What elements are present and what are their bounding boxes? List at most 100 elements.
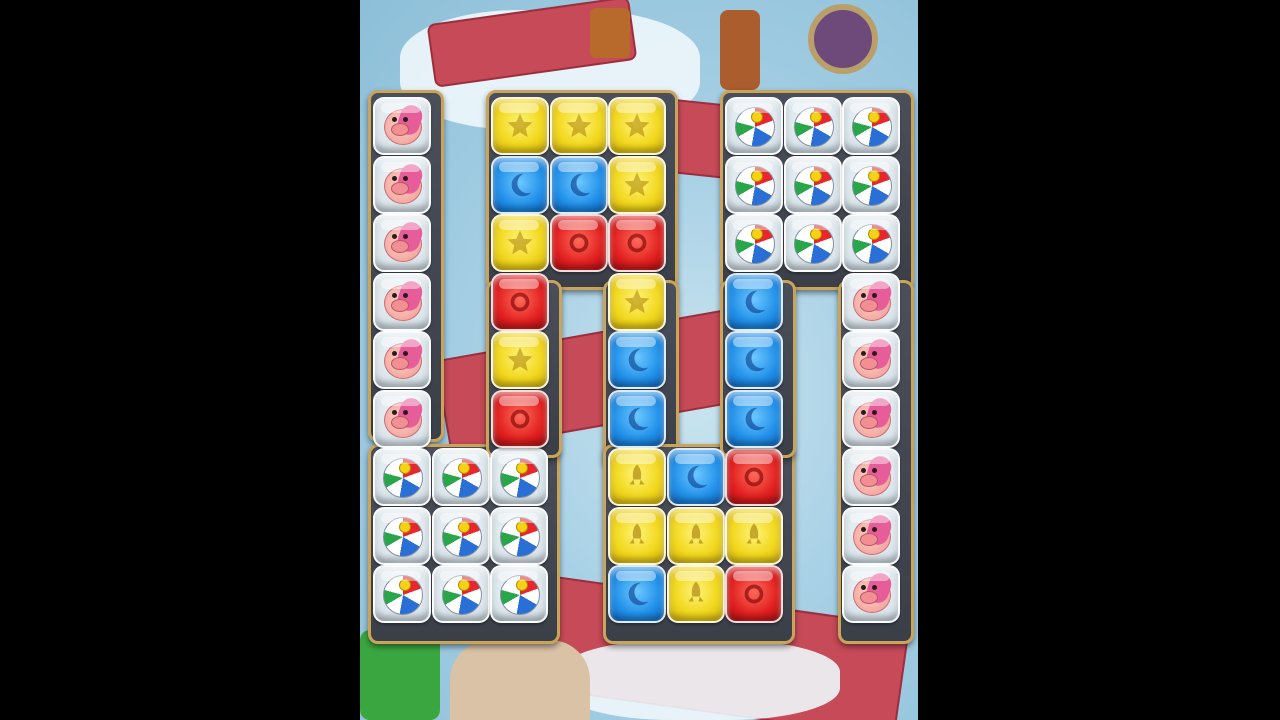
piggy-bank-tile[interactable] (841, 564, 900, 623)
moon-icon (669, 450, 723, 504)
moon-icon (727, 333, 781, 387)
beach-ball-tile[interactable] (841, 96, 900, 155)
star-icon (552, 99, 606, 153)
beach-ball (842, 214, 900, 272)
piggy-bank (373, 272, 431, 331)
piggy-bank-tile[interactable] (372, 155, 431, 214)
yellow-block-tile[interactable] (666, 564, 725, 623)
star-icon (610, 158, 664, 212)
beach-ball (431, 448, 490, 506)
piggy-bank (842, 448, 900, 506)
red-block-tile[interactable] (549, 213, 608, 272)
piggy-bank-tile[interactable] (372, 213, 431, 272)
beach-ball (431, 506, 490, 565)
beach-ball (783, 97, 842, 155)
beach-ball (725, 97, 783, 155)
red-block (491, 272, 549, 331)
beach-ball-tile[interactable] (783, 213, 842, 272)
piggy-bank (373, 331, 431, 389)
piggy-bank-tile[interactable] (372, 96, 431, 155)
blue-block (608, 331, 666, 389)
beach-ball-tile[interactable] (841, 213, 900, 272)
yellow-block (608, 97, 666, 155)
beach-ball-tile[interactable] (783, 96, 842, 155)
red-block-tile[interactable] (724, 447, 783, 506)
yellow-block (608, 155, 666, 214)
piggy-bank (373, 214, 431, 272)
beach-ball-tile[interactable] (372, 506, 431, 565)
piggy-bank-tile[interactable] (841, 506, 900, 565)
beach-ball (373, 506, 431, 565)
ring-icon (552, 216, 606, 270)
blue-block-tile[interactable] (724, 330, 783, 389)
piggy-bank (373, 155, 431, 214)
yellow-block-tile[interactable] (490, 330, 549, 389)
yellow-block-tile[interactable] (549, 96, 608, 155)
yellow-block (608, 506, 666, 565)
beach-ball-tile[interactable] (431, 506, 490, 565)
yellow-block (666, 565, 725, 623)
beach-ball (373, 448, 431, 506)
blue-block-tile[interactable] (607, 564, 666, 623)
yellow-block-tile[interactable] (607, 96, 666, 155)
blue-block-tile[interactable] (549, 155, 608, 214)
yellow-block (549, 97, 608, 155)
ring-icon (727, 450, 781, 504)
beach-ball-tile[interactable] (841, 155, 900, 214)
piggy-bank-tile[interactable] (372, 330, 431, 389)
beach-ball-tile[interactable] (431, 564, 490, 623)
rocket-icon (610, 509, 664, 563)
post-decoration (720, 10, 760, 90)
beach-ball-tile[interactable] (489, 564, 548, 623)
yellow-block-tile[interactable] (607, 155, 666, 214)
red-block-tile[interactable] (490, 389, 549, 448)
beach-ball-tile[interactable] (372, 447, 431, 506)
yellow-block-tile[interactable] (490, 213, 549, 272)
beach-ball-tile[interactable] (724, 155, 783, 214)
blue-block-tile[interactable] (607, 330, 666, 389)
red-block-tile[interactable] (607, 213, 666, 272)
blue-block-tile[interactable] (490, 155, 549, 214)
blue-block (608, 389, 666, 448)
piggy-bank-tile[interactable] (372, 272, 431, 331)
red-block (491, 389, 549, 448)
blue-block-tile[interactable] (607, 389, 666, 448)
yellow-block-tile[interactable] (607, 447, 666, 506)
piggy-bank (373, 389, 431, 448)
star-icon (493, 216, 547, 270)
yellow-block-tile[interactable] (490, 96, 549, 155)
red-block-tile[interactable] (490, 272, 549, 331)
blue-block-tile[interactable] (724, 389, 783, 448)
beach-ball (725, 155, 783, 214)
blue-block (608, 565, 666, 623)
blue-block (549, 155, 608, 214)
blue-block (725, 272, 783, 331)
piggy-bank-tile[interactable] (841, 272, 900, 331)
red-block-tile[interactable] (724, 564, 783, 623)
beach-ball (783, 214, 842, 272)
beach-ball-tile[interactable] (372, 564, 431, 623)
beach-ball-tile[interactable] (489, 506, 548, 565)
blue-block-tile[interactable] (724, 272, 783, 331)
yellow-block (608, 448, 666, 506)
piggy-bank-tile[interactable] (372, 389, 431, 448)
moon-icon (727, 392, 781, 446)
beach-ball-tile[interactable] (724, 96, 783, 155)
beach-ball-tile[interactable] (724, 213, 783, 272)
beach-ball (842, 97, 900, 155)
yellow-block-tile[interactable] (724, 506, 783, 565)
stump-decoration (590, 8, 630, 58)
beach-ball-tile[interactable] (783, 155, 842, 214)
yellow-block (491, 214, 549, 272)
piggy-bank-tile[interactable] (841, 447, 900, 506)
beach-ball-tile[interactable] (431, 447, 490, 506)
beach-ball-tile[interactable] (489, 447, 548, 506)
piggy-bank-tile[interactable] (841, 330, 900, 389)
blue-block-tile[interactable] (666, 447, 725, 506)
star-icon (493, 99, 547, 153)
piggy-bank-tile[interactable] (841, 389, 900, 448)
yellow-block-tile[interactable] (666, 506, 725, 565)
yellow-block-tile[interactable] (607, 272, 666, 331)
stone-sign-decoration (450, 640, 590, 720)
yellow-block-tile[interactable] (607, 506, 666, 565)
